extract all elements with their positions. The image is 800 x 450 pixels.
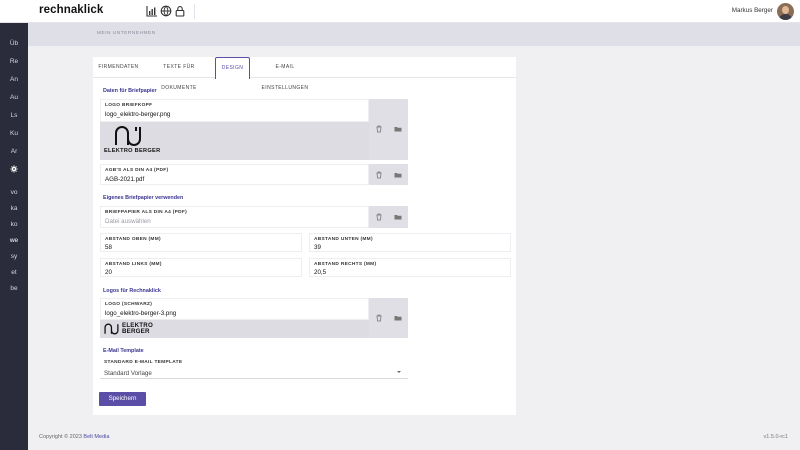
field-label: ABSTAND LINKS (MM) (105, 262, 162, 267)
chart-icon[interactable] (146, 5, 158, 17)
field-label: ABSTAND OBEN (MM) (105, 237, 161, 242)
user-name[interactable]: Markus Berger (732, 7, 773, 14)
sidebar-item-uebersicht[interactable]: Üb (0, 36, 28, 52)
company-logo-icon (115, 126, 141, 146)
section-title-email-template: E-Mail Template (103, 348, 144, 354)
version-label: v1.5.0-rc1 (763, 434, 788, 440)
tab-design[interactable]: DESIGN (215, 57, 250, 79)
sidebar-item-angebote[interactable]: An (0, 72, 28, 88)
section-title-briefpapier: Daten für Briefpapier (103, 88, 157, 94)
sidebar-item-lieferscheine[interactable]: Ls (0, 108, 28, 124)
folder-icon[interactable] (394, 171, 402, 179)
field-label: AGB'S ALS DIN A4 (PDF) (105, 168, 169, 173)
tab-texte-dokumente[interactable]: TEXTE FÜR DOKUMENTE (148, 57, 210, 91)
brand-logo[interactable]: rechnaklick (39, 4, 103, 16)
briefpapier-field[interactable]: BRIEFPAPIER ALS DIN A4 (PDF) Datei auswä… (100, 206, 369, 228)
footer-copyright: Copyright © 2023 Belt Media (39, 434, 109, 440)
tab-firmendaten[interactable]: FIRMENDATEN (96, 57, 141, 78)
logo-schwarz-preview: ELEKTRO BERGER (100, 320, 369, 338)
save-button[interactable]: Speichern (99, 392, 146, 406)
agbs-actions (369, 164, 408, 185)
field-value: AGB-2021.pdf (105, 176, 145, 183)
trash-icon[interactable] (375, 171, 383, 179)
folder-icon[interactable] (394, 213, 402, 221)
lock-icon[interactable] (174, 5, 186, 17)
field-value: 58 (105, 243, 112, 251)
field-label: LOGO BRIEFKOPF (105, 103, 153, 108)
abstand-links-field[interactable]: ABSTAND LINKS (MM) 20 (100, 258, 302, 277)
company-link[interactable]: Belt Media (83, 434, 109, 440)
logo-briefkopf-field[interactable]: LOGO BRIEFKOPF logo_elektro-berger.png (100, 99, 369, 122)
sidebar: Üb Re An Au Ls Ku Ar vo ka ko we sy et b… (0, 23, 28, 450)
sidebar-item-sy[interactable]: sy (0, 249, 28, 265)
abstand-rechts-field[interactable]: ABSTAND RECHTS (MM) 20,5 (309, 258, 511, 277)
agbs-field[interactable]: AGB'S ALS DIN A4 (PDF) AGB-2021.pdf (100, 164, 369, 185)
briefpapier-actions (369, 206, 408, 228)
field-label: LOGO (SCHWARZ) (105, 302, 153, 307)
sidebar-item-ka[interactable]: ka (0, 201, 28, 217)
globe-icon[interactable] (160, 5, 172, 17)
trash-icon[interactable] (375, 125, 383, 133)
field-value: 20,5 (314, 268, 327, 276)
field-value: 20 (105, 268, 112, 276)
trash-icon[interactable] (375, 314, 383, 322)
header-divider (194, 4, 195, 19)
sidebar-item-et[interactable]: et (0, 265, 28, 281)
field-value: logo_elektro-berger-3.png (105, 309, 177, 317)
top-header: rechnaklick Markus Berger (0, 0, 800, 23)
sidebar-item-auftraege[interactable]: Au (0, 90, 28, 106)
select-underline (100, 378, 408, 379)
folder-icon[interactable] (394, 314, 402, 322)
logo-text: ELEKTRO BERGER (104, 148, 161, 154)
folder-icon[interactable] (394, 125, 402, 133)
avatar[interactable] (777, 3, 794, 20)
sidebar-item-we[interactable]: we (0, 233, 28, 249)
sidebar-item-artikel[interactable]: Ar (0, 144, 28, 160)
field-label: BRIEFPAPIER ALS DIN A4 (PDF) (105, 210, 188, 215)
logo-text: ELEKTRO BERGER (122, 322, 153, 336)
sidebar-item-rechnungen[interactable]: Re (0, 54, 28, 70)
settings-gear-icon[interactable] (10, 165, 18, 173)
field-value: logo_elektro-berger.png (105, 111, 171, 118)
copyright-text: Copyright © 2023 (39, 434, 82, 440)
sidebar-item-be[interactable]: be (0, 281, 28, 297)
abstand-oben-field[interactable]: ABSTAND OBEN (MM) 58 (100, 233, 302, 252)
abstand-unten-field[interactable]: ABSTAND UNTEN (MM) 39 (309, 233, 511, 252)
field-label: ABSTAND RECHTS (MM) (314, 262, 377, 267)
logo-text-line2: BERGER (122, 328, 150, 336)
field-placeholder: Datei auswählen (105, 218, 151, 225)
sidebar-item-ko[interactable]: ko (0, 217, 28, 233)
logo-schwarz-actions (369, 298, 408, 338)
trash-icon[interactable] (375, 213, 383, 221)
breadcrumb: MEIN UNTERNEHMEN (97, 31, 156, 36)
tab-bar: FIRMENDATEN TEXTE FÜR DOKUMENTE DESIGN E… (93, 57, 516, 91)
field-label: ABSTAND UNTEN (MM) (314, 237, 373, 242)
section-title-eigenes-briefpapier: Eigenes Briefpapier verwenden (103, 195, 184, 201)
logo-schwarz-field[interactable]: LOGO (SCHWARZ) logo_elektro-berger-3.png (100, 298, 369, 320)
logo-briefkopf-actions (369, 99, 408, 160)
logo-briefkopf-preview: ELEKTRO BERGER (100, 122, 369, 160)
chevron-down-icon[interactable] (397, 371, 401, 373)
tab-email-einstellungen[interactable]: E-MAIL EINSTELLUNGEN (254, 57, 316, 91)
field-value: 39 (314, 243, 321, 251)
company-logo-icon (104, 323, 119, 335)
sidebar-item-kunden[interactable]: Ku (0, 126, 28, 142)
section-title-logos: Logos für Rechnaklick (103, 288, 161, 294)
email-template-select[interactable]: Standard Vorlage (104, 370, 152, 377)
email-template-label: STANDARD E-MAIL TEMPLATE (104, 360, 183, 365)
sidebar-item-vo[interactable]: vo (0, 185, 28, 201)
